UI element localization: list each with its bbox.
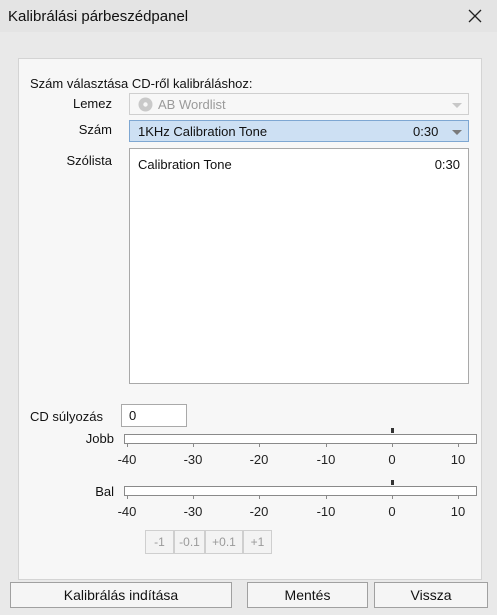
weighting-label: CD súlyozás: [30, 409, 103, 424]
left-level-meter: [124, 486, 477, 496]
title-bar: Kalibrálási párbeszédpanel: [0, 0, 497, 32]
disc-select[interactable]: AB Wordlist: [129, 93, 469, 115]
window-title: Kalibrálási párbeszédpanel: [8, 8, 189, 25]
save-button[interactable]: Mentés: [247, 582, 368, 608]
right-meter-tick: [127, 444, 128, 447]
right-meter-tick-label: -40: [117, 452, 137, 467]
close-button[interactable]: [453, 0, 497, 32]
step-minus-0.1-button[interactable]: -0.1: [174, 530, 205, 554]
right-meter-zero-marker: [391, 428, 394, 433]
right-meter-tick-label: 10: [450, 452, 466, 467]
left-meter-tick-label: -10: [316, 504, 336, 519]
right-meter-tick-label: 0: [388, 452, 396, 467]
left-meter-zero-marker: [391, 480, 394, 485]
step-minus-1-button[interactable]: -1: [145, 530, 174, 554]
right-meter-tick-label: -30: [183, 452, 203, 467]
left-meter-tick-label: -30: [183, 504, 203, 519]
left-meter-tick: [458, 496, 459, 499]
close-icon: [468, 9, 482, 23]
list-item[interactable]: Calibration Tone: [138, 157, 232, 172]
left-meter-tick-label: 10: [450, 504, 466, 519]
disc-label: Lemez: [72, 96, 112, 111]
right-meter-tick: [326, 444, 327, 447]
right-meter-tick: [392, 444, 393, 447]
left-meter-tick: [127, 496, 128, 499]
cd-icon: [138, 97, 153, 112]
list-item-time: 0:30: [434, 157, 460, 172]
wordlist-box[interactable]: Calibration Tone 0:30: [129, 148, 469, 384]
right-meter-label: Jobb: [85, 431, 114, 446]
chevron-down-icon: [452, 103, 462, 108]
chevron-down-icon: [452, 130, 462, 135]
wordlist-label: Szólista: [66, 153, 112, 168]
left-meter-tick-label: 0: [388, 504, 396, 519]
left-meter-tick: [259, 496, 260, 499]
disc-value: AB Wordlist: [158, 97, 226, 112]
left-meter-tick: [392, 496, 393, 499]
right-meter-tick: [458, 444, 459, 447]
left-meter-tick-label: -20: [249, 504, 269, 519]
track-select[interactable]: 1KHz Calibration Tone 0:30: [129, 120, 469, 142]
right-meter-tick: [259, 444, 260, 447]
step-plus-0.1-button[interactable]: +0.1: [205, 530, 243, 554]
track-time: 0:30: [413, 124, 439, 139]
track-name: 1KHz Calibration Tone: [138, 124, 268, 139]
back-button[interactable]: Vissza: [374, 582, 488, 608]
weighting-input[interactable]: [121, 404, 187, 427]
right-meter-tick-label: -10: [316, 452, 336, 467]
left-meter-label: Bal: [95, 484, 114, 499]
right-meter-tick: [193, 444, 194, 447]
start-calibration-button[interactable]: Kalibrálás indítása: [10, 582, 232, 608]
section-heading: Szám választása CD-ről kalibráláshoz:: [30, 76, 253, 91]
right-level-meter: [124, 434, 477, 444]
track-label: Szám: [78, 122, 112, 137]
left-meter-tick: [326, 496, 327, 499]
left-meter-tick-label: -40: [117, 504, 137, 519]
right-meter-tick-label: -20: [249, 452, 269, 467]
step-plus-1-button[interactable]: +1: [243, 530, 272, 554]
left-meter-tick: [193, 496, 194, 499]
